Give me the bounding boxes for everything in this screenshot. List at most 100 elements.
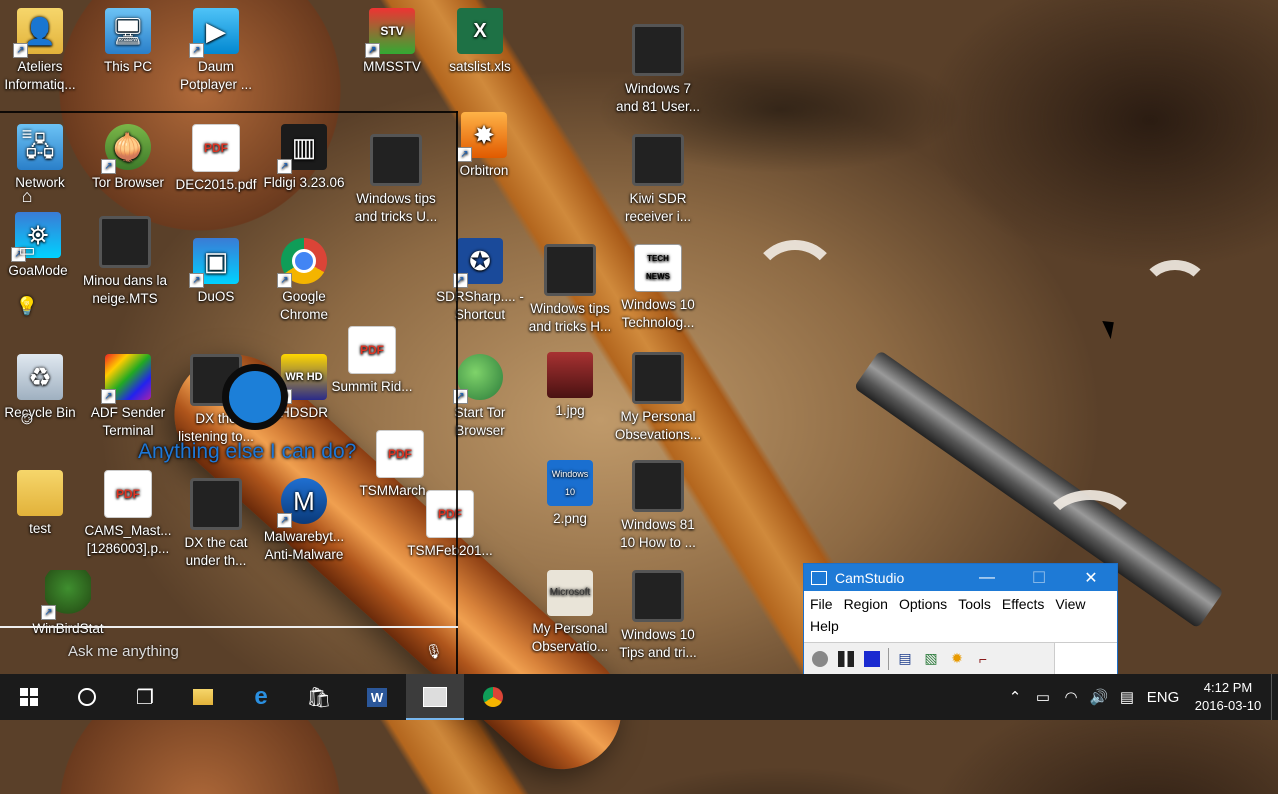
desktop-icon-1jpg[interactable]: 1.jpg <box>524 352 616 420</box>
desktop-icon-goamode[interactable]: ⛯GoaMode <box>0 212 84 280</box>
desktop-icon-kiwi-sdr[interactable]: Kiwi SDR receiver i... <box>612 134 704 226</box>
desktop-icon-windows7-81[interactable]: Windows 7 and 81 User... <box>612 24 704 116</box>
desktop-icon-adf-sender[interactable]: ADF Sender Terminal <box>82 354 174 440</box>
close-button[interactable]: ✕ <box>1065 568 1117 588</box>
camstudio-window[interactable]: CamStudio — ☐ ✕ File Region Options Tool… <box>803 563 1118 674</box>
volume-icon[interactable]: 🔊 <box>1085 688 1113 706</box>
hamburger-menu-icon[interactable]: ≡ <box>14 124 40 146</box>
desktop-icon-windows-tips-u[interactable]: Windows tips and tricks U... <box>350 134 442 226</box>
language-indicator[interactable]: ENG <box>1141 689 1185 706</box>
hdsdr-icon: WR HD <box>277 354 327 404</box>
desktop-icon-cams-mast[interactable]: PDF CAMS_Mast... [1286003].p... <box>82 470 174 558</box>
menu-help[interactable]: Help <box>810 615 839 637</box>
recycle-bin-icon: ♻ <box>17 354 63 400</box>
edge-button[interactable]: e <box>232 674 290 720</box>
desktop-icon-malwarebytes[interactable]: MMalwarebyt... Anti-Malware <box>258 478 350 564</box>
desktop-icon-my-personal-observatio[interactable]: Microsoft My Personal Observatio... <box>524 570 616 656</box>
camstudio-titlebar[interactable]: CamStudio — ☐ ✕ <box>804 564 1117 591</box>
desktop-icon-dec2015[interactable]: PDF DEC2015.pdf <box>170 124 262 194</box>
desktop-icon-mmsstv[interactable]: STV MMSSTV <box>346 8 438 76</box>
pdf-badge: PDF <box>388 447 412 461</box>
desktop-icon-tor-browser[interactable]: 🧅Tor Browser <box>82 124 174 192</box>
chevron-up-icon[interactable]: ⌃ <box>1001 688 1029 706</box>
desktop-icon-duos[interactable]: ▣DuOS <box>170 238 262 306</box>
menu-effects[interactable]: Effects <box>1002 593 1045 615</box>
desktop-icon-daum-potplayer[interactable]: ▶Daum Potplayer ... <box>170 8 262 94</box>
desktop-icon-fldigi[interactable]: ▥Fldigi 3.23.06 <box>258 124 350 192</box>
word-button[interactable]: W <box>348 674 406 720</box>
microphone-icon[interactable]: 🎙 <box>425 643 443 661</box>
desktop-icon-start-tor[interactable]: Start Tor Browser <box>434 354 526 440</box>
home-icon[interactable]: ⌂ <box>14 186 40 208</box>
camstudio-app-icon <box>811 570 827 585</box>
clock[interactable]: 4:12 PM 2016-03-10 <box>1185 679 1271 715</box>
menu-tools[interactable]: Tools <box>958 593 991 615</box>
wallpaper-shaving <box>1040 490 1140 570</box>
menu-options[interactable]: Options <box>899 593 947 615</box>
battery-icon[interactable]: ▭ <box>1029 688 1057 706</box>
desktop-icon-sdrsharp[interactable]: ✪SDRSharp.... - Shortcut <box>434 238 526 324</box>
settings-icon[interactable]: ✹ <box>947 649 967 669</box>
desktop-icon-2png[interactable]: Windows 10 2.png <box>524 460 616 528</box>
menu-view[interactable]: View <box>1055 593 1085 615</box>
desktop-icon-label: My Personal Obsevations... <box>614 409 702 442</box>
fldigi-icon: ▥ <box>277 124 327 174</box>
start-button[interactable] <box>0 674 58 720</box>
show-desktop-button[interactable] <box>1271 674 1278 720</box>
store-button[interactable]: 🛍 <box>290 674 348 720</box>
desktop-icon-label: Windows 7 and 81 User... <box>615 81 701 114</box>
desktop-icon-label: Ateliers Informatiq... <box>4 59 76 92</box>
desktop-icon-minou[interactable]: Minou dans la neige.MTS <box>79 216 171 308</box>
menu-region[interactable]: Region <box>844 593 888 615</box>
desktop-icon-summit[interactable]: PDF Summit Rid... <box>326 326 418 396</box>
desktop-icon-orbitron[interactable]: ✸Orbitron <box>438 112 530 180</box>
pdf-icon: PDF <box>192 124 240 172</box>
taskbar: ❐ e 🛍 W ⌃ ▭ ◠ 🔊 ▤ ENG 4:12 PM 2016-03-10 <box>0 674 1278 720</box>
stop-icon[interactable] <box>862 649 882 669</box>
desktop-icon-this-pc[interactable]: 🖥 This PC <box>82 8 174 76</box>
excel-badge: X <box>473 20 487 42</box>
desktop-icon-recycle-bin[interactable]: ♻ Recycle Bin <box>0 354 86 422</box>
video-icon <box>99 216 151 268</box>
desktop-icon-google-chrome[interactable]: Google Chrome <box>258 238 350 324</box>
autopan-icon[interactable]: ⌐ <box>973 649 993 669</box>
video-icon <box>544 244 596 296</box>
desktop-icon-windows10-technolog[interactable]: TECH NEWS Windows 10 Technolog... <box>612 244 704 332</box>
cortana-search-input[interactable]: Ask me anything <box>68 643 179 660</box>
task-view-button[interactable]: ❐ <box>116 674 174 720</box>
wifi-icon[interactable]: ◠ <box>1057 688 1085 706</box>
pdf-icon: PDF <box>426 490 474 538</box>
record-icon[interactable] <box>810 649 830 669</box>
ms-badge: Microsoft <box>549 587 591 598</box>
screen-region-icon[interactable]: ▤ <box>895 649 915 669</box>
maximize-button[interactable]: ☐ <box>1013 568 1065 588</box>
wallpaper-shaving <box>750 240 840 330</box>
video-icon: Microsoft <box>547 570 593 616</box>
menu-file[interactable]: File <box>810 593 833 615</box>
desktop-icon-ateliers[interactable]: 👤Ateliers Informatiq... <box>0 8 86 94</box>
desktop-icon-network[interactable]: 🖧 Network <box>0 124 86 192</box>
desktop-icon-label: 1.jpg <box>555 403 585 418</box>
notifications-icon[interactable]: ▤ <box>1113 688 1141 706</box>
desktop-icon-dx-cat[interactable]: DX the cat under th... <box>170 478 262 570</box>
desktop-icon-satslist[interactable]: Xsatslist.xls <box>434 8 526 76</box>
camstudio-taskbar-button[interactable] <box>406 674 464 720</box>
pause-icon[interactable] <box>836 649 856 669</box>
cortana-button[interactable] <box>58 674 116 720</box>
desktop-icon-label: Daum Potplayer ... <box>179 59 253 92</box>
cortana-prompt: Anything else I can do? <box>138 440 357 463</box>
desktop-icon-tsmfeb[interactable]: PDF TSMFeb201... <box>404 490 496 560</box>
lightbulb-icon[interactable]: 💡 <box>14 296 40 318</box>
desktop-icon-windows81-10-how[interactable]: Windows 81 10 How to ... <box>612 460 704 552</box>
file-explorer-button[interactable] <box>174 674 232 720</box>
desktop-icon-test[interactable]: test <box>0 470 86 538</box>
feedback-icon[interactable]: ☺ <box>14 408 40 430</box>
desktop-icon-windows10-tips[interactable]: Windows 10 Tips and tri... <box>612 570 704 662</box>
desktop-icon-my-personal-obsevations[interactable]: My Personal Obsevations... <box>612 352 704 444</box>
desktop-icon-windows-tips-h[interactable]: Windows tips and tricks H... <box>524 244 616 336</box>
minimize-button[interactable]: — <box>961 569 1013 587</box>
chrome-taskbar-button[interactable] <box>464 674 522 720</box>
excel-icon: X <box>457 8 503 54</box>
notebook-icon[interactable]: ▭ <box>14 240 40 262</box>
annotate-icon[interactable]: ▧ <box>921 649 941 669</box>
